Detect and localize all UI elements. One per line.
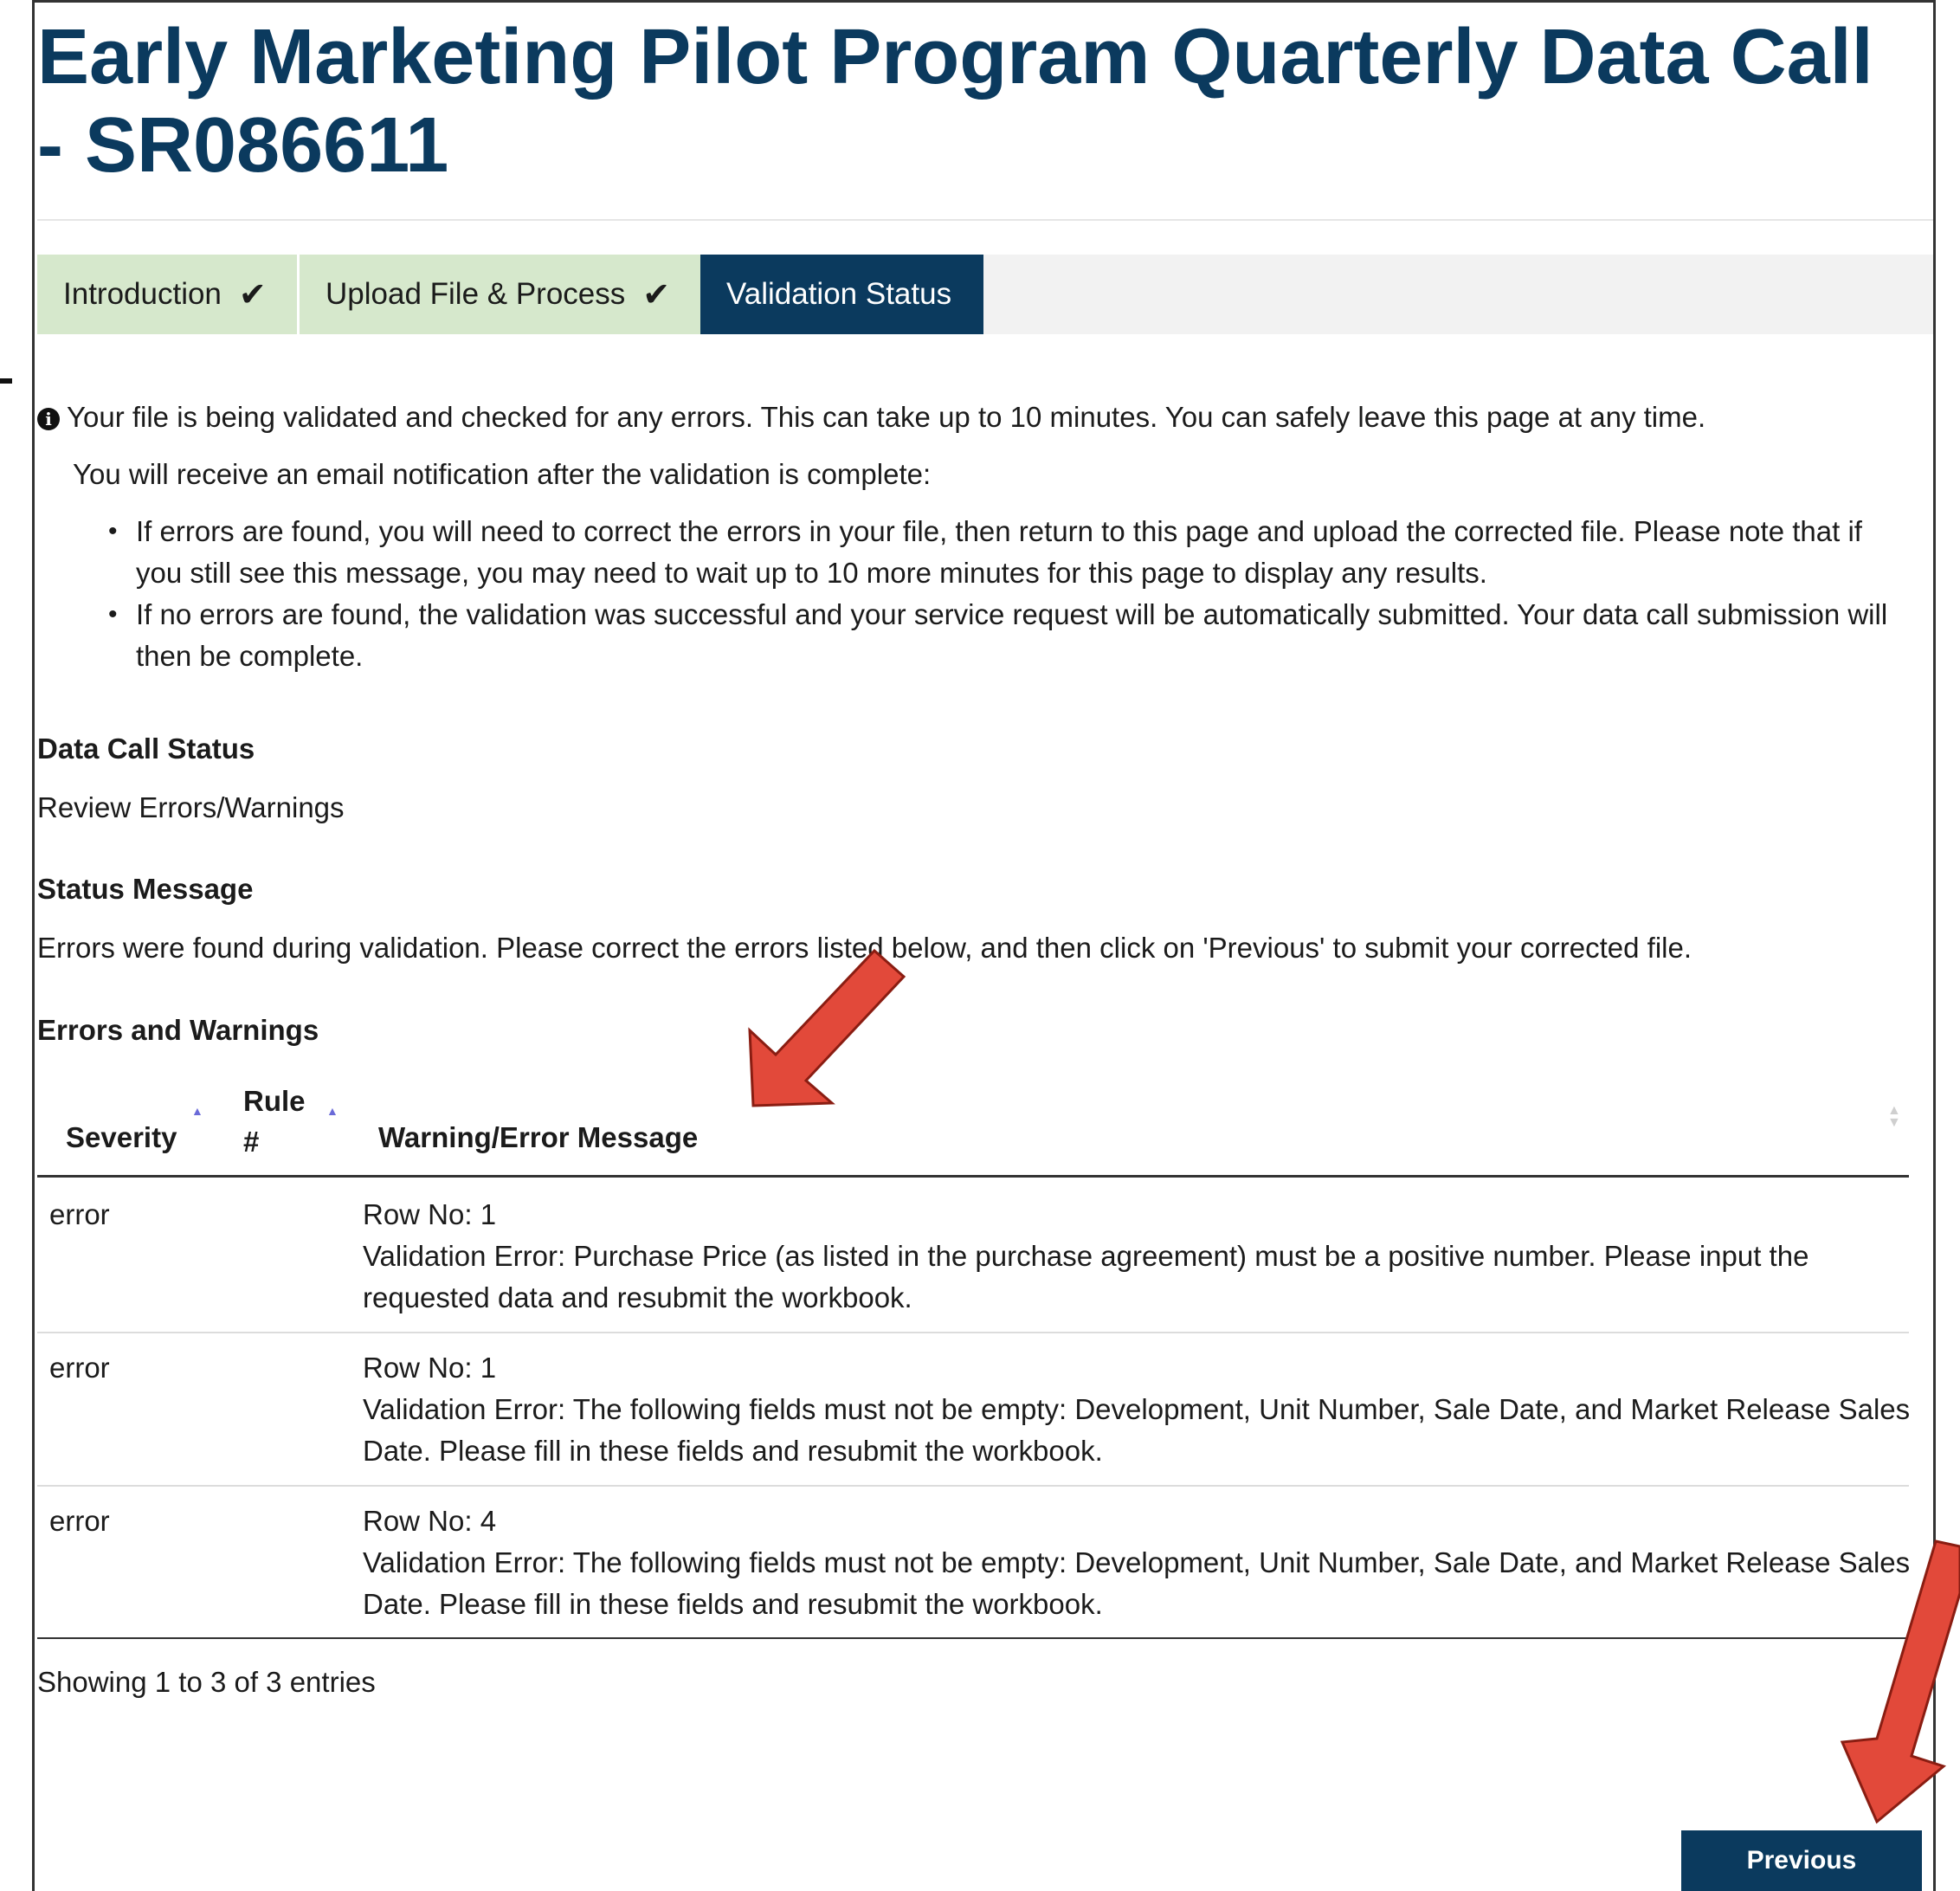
- annotation-arrow-icon: [748, 948, 906, 1107]
- annotation-arrow-icon: [1840, 1539, 1960, 1824]
- annotation-arrows: [748, 948, 1960, 1824]
